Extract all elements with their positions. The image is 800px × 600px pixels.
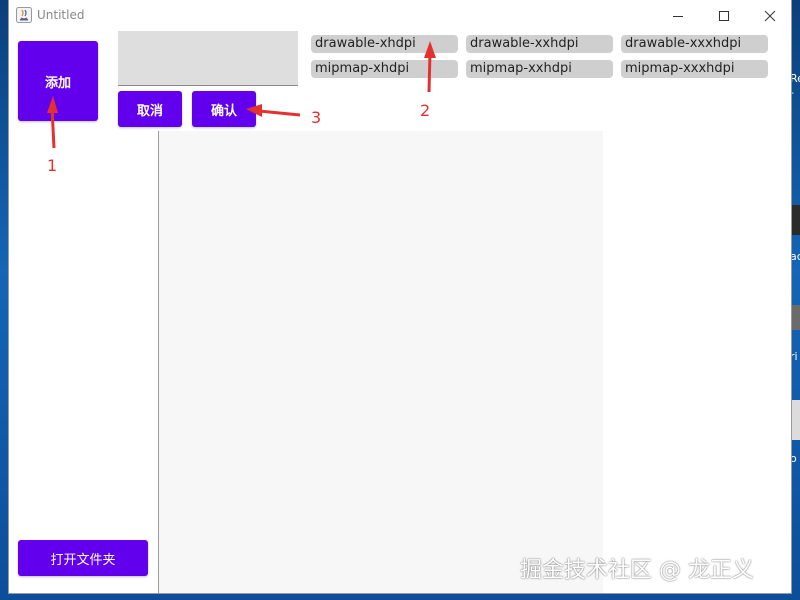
preview-pane bbox=[159, 131, 603, 593]
add-button-label: 添加 bbox=[44, 75, 71, 91]
desktop-fragment-dash: - bbox=[790, 86, 794, 99]
annotation-number-3: 3 bbox=[311, 108, 322, 127]
desktop-fragment-ac: ac bbox=[790, 250, 800, 263]
confirm-button-label: 确认 bbox=[210, 103, 237, 119]
cancel-button[interactable]: 取消 bbox=[118, 91, 182, 127]
confirm-button[interactable]: 确认 bbox=[192, 91, 256, 127]
title-bar[interactable]: Untitled bbox=[9, 0, 791, 31]
close-icon bbox=[764, 10, 776, 21]
chip-drawable-xxhdpi[interactable]: drawable-xxhdpi bbox=[466, 35, 613, 53]
path-textarea[interactable] bbox=[118, 31, 298, 86]
open-folder-button[interactable]: 打开文件夹 bbox=[18, 540, 148, 576]
chip-mipmap-xxhdpi[interactable]: mipmap-xxhdpi bbox=[466, 60, 613, 78]
desktop-thumbnail bbox=[790, 305, 800, 330]
desktop-thumbnail bbox=[790, 400, 800, 440]
java-app-icon bbox=[16, 7, 32, 23]
chip-drawable-xhdpi[interactable]: drawable-xhdpi bbox=[311, 35, 458, 53]
desktop-thumbnail bbox=[790, 205, 800, 235]
open-folder-button-label: 打开文件夹 bbox=[50, 552, 116, 568]
desktop-fragment-o: o bbox=[790, 452, 797, 465]
desktop-fragment-re: Re bbox=[790, 72, 800, 85]
maximize-button[interactable] bbox=[701, 0, 747, 31]
watermark: 掘金技术社区 @ 龙正义 bbox=[520, 558, 754, 583]
minimize-button[interactable] bbox=[655, 0, 701, 31]
minimize-icon bbox=[673, 15, 683, 17]
maximize-icon bbox=[719, 10, 729, 21]
app-window: Untitled 添加 取消 确认 drawable-xhdpi drawabl… bbox=[9, 0, 791, 593]
cancel-button-label: 取消 bbox=[136, 103, 163, 119]
desktop-fragment-ri: ri bbox=[790, 350, 798, 363]
window-title: Untitled bbox=[37, 8, 85, 22]
close-button[interactable] bbox=[747, 0, 793, 31]
add-button[interactable]: 添加 bbox=[18, 41, 98, 121]
annotation-number-2: 2 bbox=[420, 101, 431, 120]
chip-mipmap-xxxhdpi[interactable]: mipmap-xxxhdpi bbox=[621, 60, 768, 78]
chip-mipmap-xhdpi[interactable]: mipmap-xhdpi bbox=[311, 60, 458, 78]
annotation-number-1: 1 bbox=[47, 156, 58, 175]
chip-drawable-xxxhdpi[interactable]: drawable-xxxhdpi bbox=[621, 35, 768, 53]
